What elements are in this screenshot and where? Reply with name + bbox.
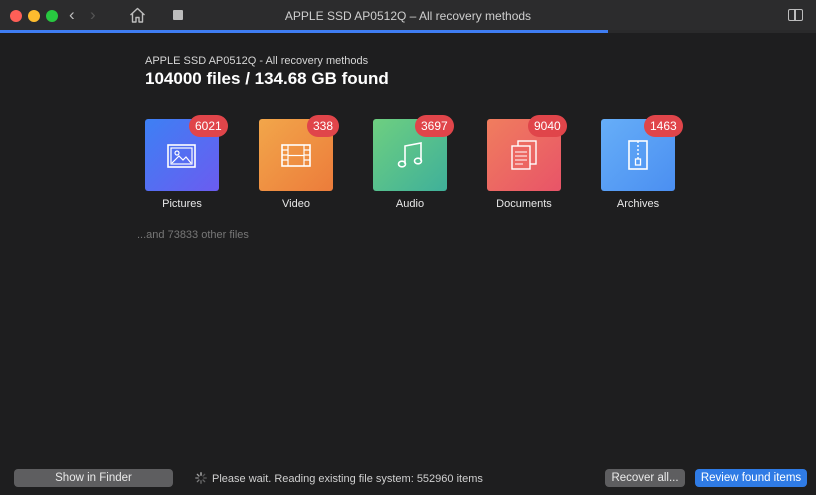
music-note-icon — [397, 142, 423, 168]
video-count-badge: 338 — [307, 115, 340, 137]
scan-summary-headline: 104000 files / 134.68 GB found — [145, 69, 389, 88]
other-files-link[interactable]: ...and 73833 other files — [137, 229, 249, 241]
scan-progress-bar — [0, 30, 816, 33]
image-icon — [167, 144, 196, 168]
spinner-icon — [195, 472, 207, 484]
scan-status-text: Please wait. Reading existing file syste… — [212, 473, 483, 485]
audio-count-badge: 3697 — [415, 115, 454, 137]
archives-count-badge: 1463 — [644, 115, 683, 137]
show-in-finder-button[interactable]: Show in Finder — [14, 469, 173, 487]
pictures-count-badge: 6021 — [189, 115, 228, 137]
review-found-items-button[interactable]: Review found items — [695, 469, 807, 487]
document-icon — [511, 140, 537, 170]
window-title: APPLE SSD AP0512Q – All recovery methods — [284, 9, 532, 23]
sidebar-toggle-icon[interactable] — [788, 9, 803, 21]
title-bar: ‹ › APPLE SSD AP0512Q – All recovery met… — [0, 0, 816, 31]
scan-subtitle: APPLE SSD AP0512Q - All recovery methods — [145, 55, 369, 67]
recover-all-button[interactable]: Recover all... — [605, 469, 685, 487]
scan-status: Please wait. Reading existing file syste… — [195, 472, 483, 485]
video-label: Video — [282, 198, 310, 210]
zip-archive-icon — [628, 140, 648, 170]
pictures-label: Pictures — [162, 198, 202, 210]
documents-label: Documents — [496, 198, 552, 210]
film-icon — [281, 144, 311, 167]
scan-progress-fill — [0, 30, 608, 33]
audio-label: Audio — [395, 198, 425, 210]
archives-label: Archives — [616, 198, 660, 210]
documents-count-badge: 9040 — [528, 115, 567, 137]
